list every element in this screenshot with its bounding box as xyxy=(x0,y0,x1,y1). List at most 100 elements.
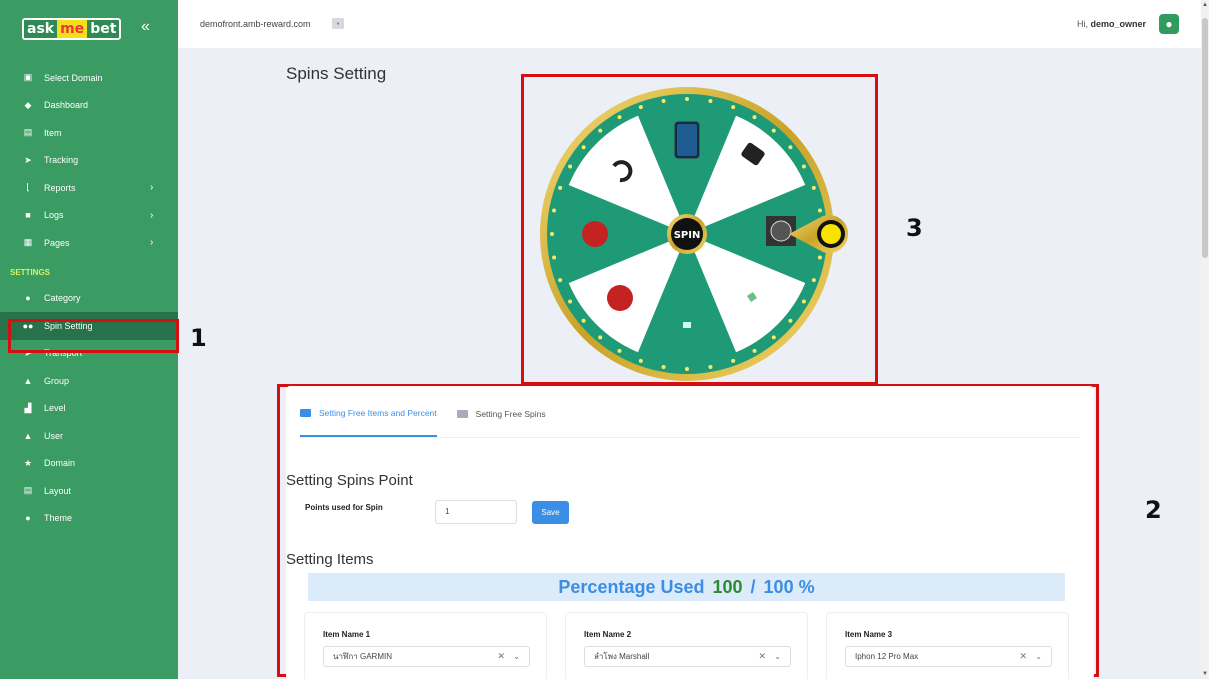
percentage-used-value: 100 xyxy=(712,576,743,597)
sidebar-nav: ▣ Select Domain ◆ Dashboard ▤ Item ➤ Trackin… xyxy=(0,64,178,532)
category-icon: ● xyxy=(25,293,31,304)
scroll-down-icon[interactable]: ▼ xyxy=(1202,671,1208,677)
sidebar-item-label: Group xyxy=(44,375,70,386)
sidebar-item-label: Level xyxy=(44,403,66,414)
sidebar-item-reports[interactable]: ⌊ Reports › xyxy=(0,174,178,202)
tracking-icon: ➤ xyxy=(24,154,32,165)
brand-part-3: bet xyxy=(87,20,120,38)
tab-divider xyxy=(300,437,1080,438)
callout-number-1: 1 xyxy=(190,324,207,352)
tab-bar: Setting Free Items and Percent Setting F… xyxy=(300,408,546,437)
sidebar-item-label: Category xyxy=(44,293,81,304)
greeting-prefix: Hi, xyxy=(1076,19,1088,29)
sidebar-item-label: Theme xyxy=(44,513,73,524)
item-card-2: Item Name 2 ลำโพง Marshall ✕ ⌄ xyxy=(565,612,808,679)
sidebar-item-theme[interactable]: ● Theme xyxy=(0,505,178,533)
item-card-1: Item Name 1 นาฬิกา GARMIN ✕ ⌄ xyxy=(304,612,547,679)
sidebar-item-label: Domain xyxy=(44,458,76,469)
user-greeting: Hi, demo_owner xyxy=(1077,19,1146,29)
points-input[interactable]: 1 xyxy=(435,500,517,524)
group-icon: ▲ xyxy=(23,375,33,386)
current-domain: demofront.amb-reward.com xyxy=(200,19,311,29)
item-select-value: นาฬิกา GARMIN xyxy=(333,652,392,661)
chevron-right-icon: › xyxy=(150,209,154,221)
percentage-used-bar: Percentage Used 100 / 100 % xyxy=(308,573,1065,601)
item-card-3: Item Name 3 Iphon 12 Pro Max ✕ ⌄ xyxy=(826,612,1069,679)
percentage-separator: / xyxy=(750,576,756,597)
gift-icon: ▤ xyxy=(23,127,33,138)
item-select[interactable]: ลำโพง Marshall ✕ ⌄ xyxy=(584,646,791,667)
chevron-down-icon[interactable]: ⌄ xyxy=(774,647,781,666)
sidebar-item-label: Tracking xyxy=(44,155,79,166)
chevron-down-icon[interactable]: ⌄ xyxy=(1035,647,1042,666)
tab-free-spins[interactable]: Setting Free Spins xyxy=(456,408,546,437)
item-select[interactable]: Iphon 12 Pro Max ✕ ⌄ xyxy=(845,646,1052,667)
sidebar-item-domain[interactable]: ★ Domain xyxy=(0,450,178,478)
clear-icon[interactable]: ✕ xyxy=(758,647,766,666)
scroll-up-icon[interactable]: ▲ xyxy=(1202,2,1208,8)
item-label: Item Name 1 xyxy=(323,630,371,639)
scrollbar-thumb[interactable] xyxy=(1202,18,1208,258)
avatar[interactable]: ● xyxy=(1159,14,1179,34)
brand-part-1: ask xyxy=(24,20,58,38)
settings-card: Setting Free Items and Percent Setting F… xyxy=(286,386,1094,679)
flag-icon xyxy=(300,409,311,417)
sidebar-item-group[interactable]: ▲ Group xyxy=(0,367,178,395)
brand-part-2: me xyxy=(57,20,88,38)
user-icon: ● xyxy=(1165,17,1173,31)
item-label: Item Name 2 xyxy=(584,630,632,639)
sidebar-item-label: Layout xyxy=(44,485,72,496)
sidebar-item-pages[interactable]: ▦ Pages › xyxy=(0,229,178,257)
item-select[interactable]: นาฬิกา GARMIN ✕ ⌄ xyxy=(323,646,530,667)
sidebar-item-label: Dashboard xyxy=(44,100,89,111)
highlight-spin-setting xyxy=(8,319,179,353)
settings-section-title: SETTINGS xyxy=(10,268,51,277)
sidebar-item-category[interactable]: ● Category xyxy=(0,285,178,313)
double-chevron-left-icon[interactable]: « xyxy=(141,18,150,36)
sidebar-item-layout[interactable]: ▤ Layout xyxy=(0,477,178,505)
percentage-label: Percentage Used xyxy=(558,576,705,597)
sidebar-item-level[interactable]: ▟ Level xyxy=(0,395,178,423)
scrollbar[interactable]: ▲ ▼ xyxy=(1201,0,1209,679)
tab-free-items-percent[interactable]: Setting Free Items and Percent xyxy=(300,408,437,437)
clear-icon[interactable]: ✕ xyxy=(497,647,505,666)
points-label: Points used for Spin xyxy=(305,503,383,512)
domain-icon: ▣ xyxy=(23,72,33,83)
sidebar-item-label: User xyxy=(44,430,64,441)
callout-number-2: 2 xyxy=(1145,496,1162,524)
save-button[interactable]: Save xyxy=(532,501,569,524)
diamond-icon: ◆ xyxy=(24,99,32,110)
copy-icon[interactable]: ▪ xyxy=(332,18,344,29)
item-select-value: ลำโพง Marshall xyxy=(594,652,650,661)
percentage-total: 100 % xyxy=(763,576,815,597)
tab-label: Setting Free Items and Percent xyxy=(319,408,437,418)
tab-label: Setting Free Spins xyxy=(475,409,546,419)
sidebar-item-label: Reports xyxy=(44,182,76,193)
chevron-down-icon[interactable]: ⌄ xyxy=(513,647,520,666)
sidebar-item-item[interactable]: ▤ Item xyxy=(0,119,178,147)
item-label: Item Name 3 xyxy=(845,630,893,639)
sidebar-item-select-domain[interactable]: ▣ Select Domain xyxy=(0,64,178,92)
sidebar-item-tracking[interactable]: ➤ Tracking xyxy=(0,147,178,175)
sidebar-item-logs[interactable]: ■ Logs › xyxy=(0,202,178,230)
item-select-value: Iphon 12 Pro Max xyxy=(855,652,919,661)
level-icon: ▟ xyxy=(24,402,32,413)
page-title: Spins Setting xyxy=(286,64,387,83)
clear-icon[interactable]: ✕ xyxy=(1019,647,1027,666)
chevron-right-icon: › xyxy=(150,182,154,194)
keyboard-icon xyxy=(456,410,468,418)
sidebar-item-label: Select Domain xyxy=(44,72,103,83)
star-icon: ★ xyxy=(23,457,33,468)
sidebar-item-label: Pages xyxy=(44,237,70,248)
pages-icon: ▦ xyxy=(23,237,33,248)
sidebar-item-user[interactable]: ▲ User xyxy=(0,422,178,450)
chevron-right-icon: › xyxy=(150,237,154,249)
spins-point-heading: Setting Spins Point xyxy=(286,472,413,489)
folder-icon: ■ xyxy=(25,210,31,221)
items-heading: Setting Items xyxy=(286,551,374,568)
chart-icon: ⌊ xyxy=(26,182,30,193)
callout-number-3: 3 xyxy=(906,214,923,242)
username: demo_owner xyxy=(1090,19,1146,29)
sidebar-item-dashboard[interactable]: ◆ Dashboard xyxy=(0,92,178,120)
brand-logo[interactable]: ask me bet xyxy=(22,18,122,40)
